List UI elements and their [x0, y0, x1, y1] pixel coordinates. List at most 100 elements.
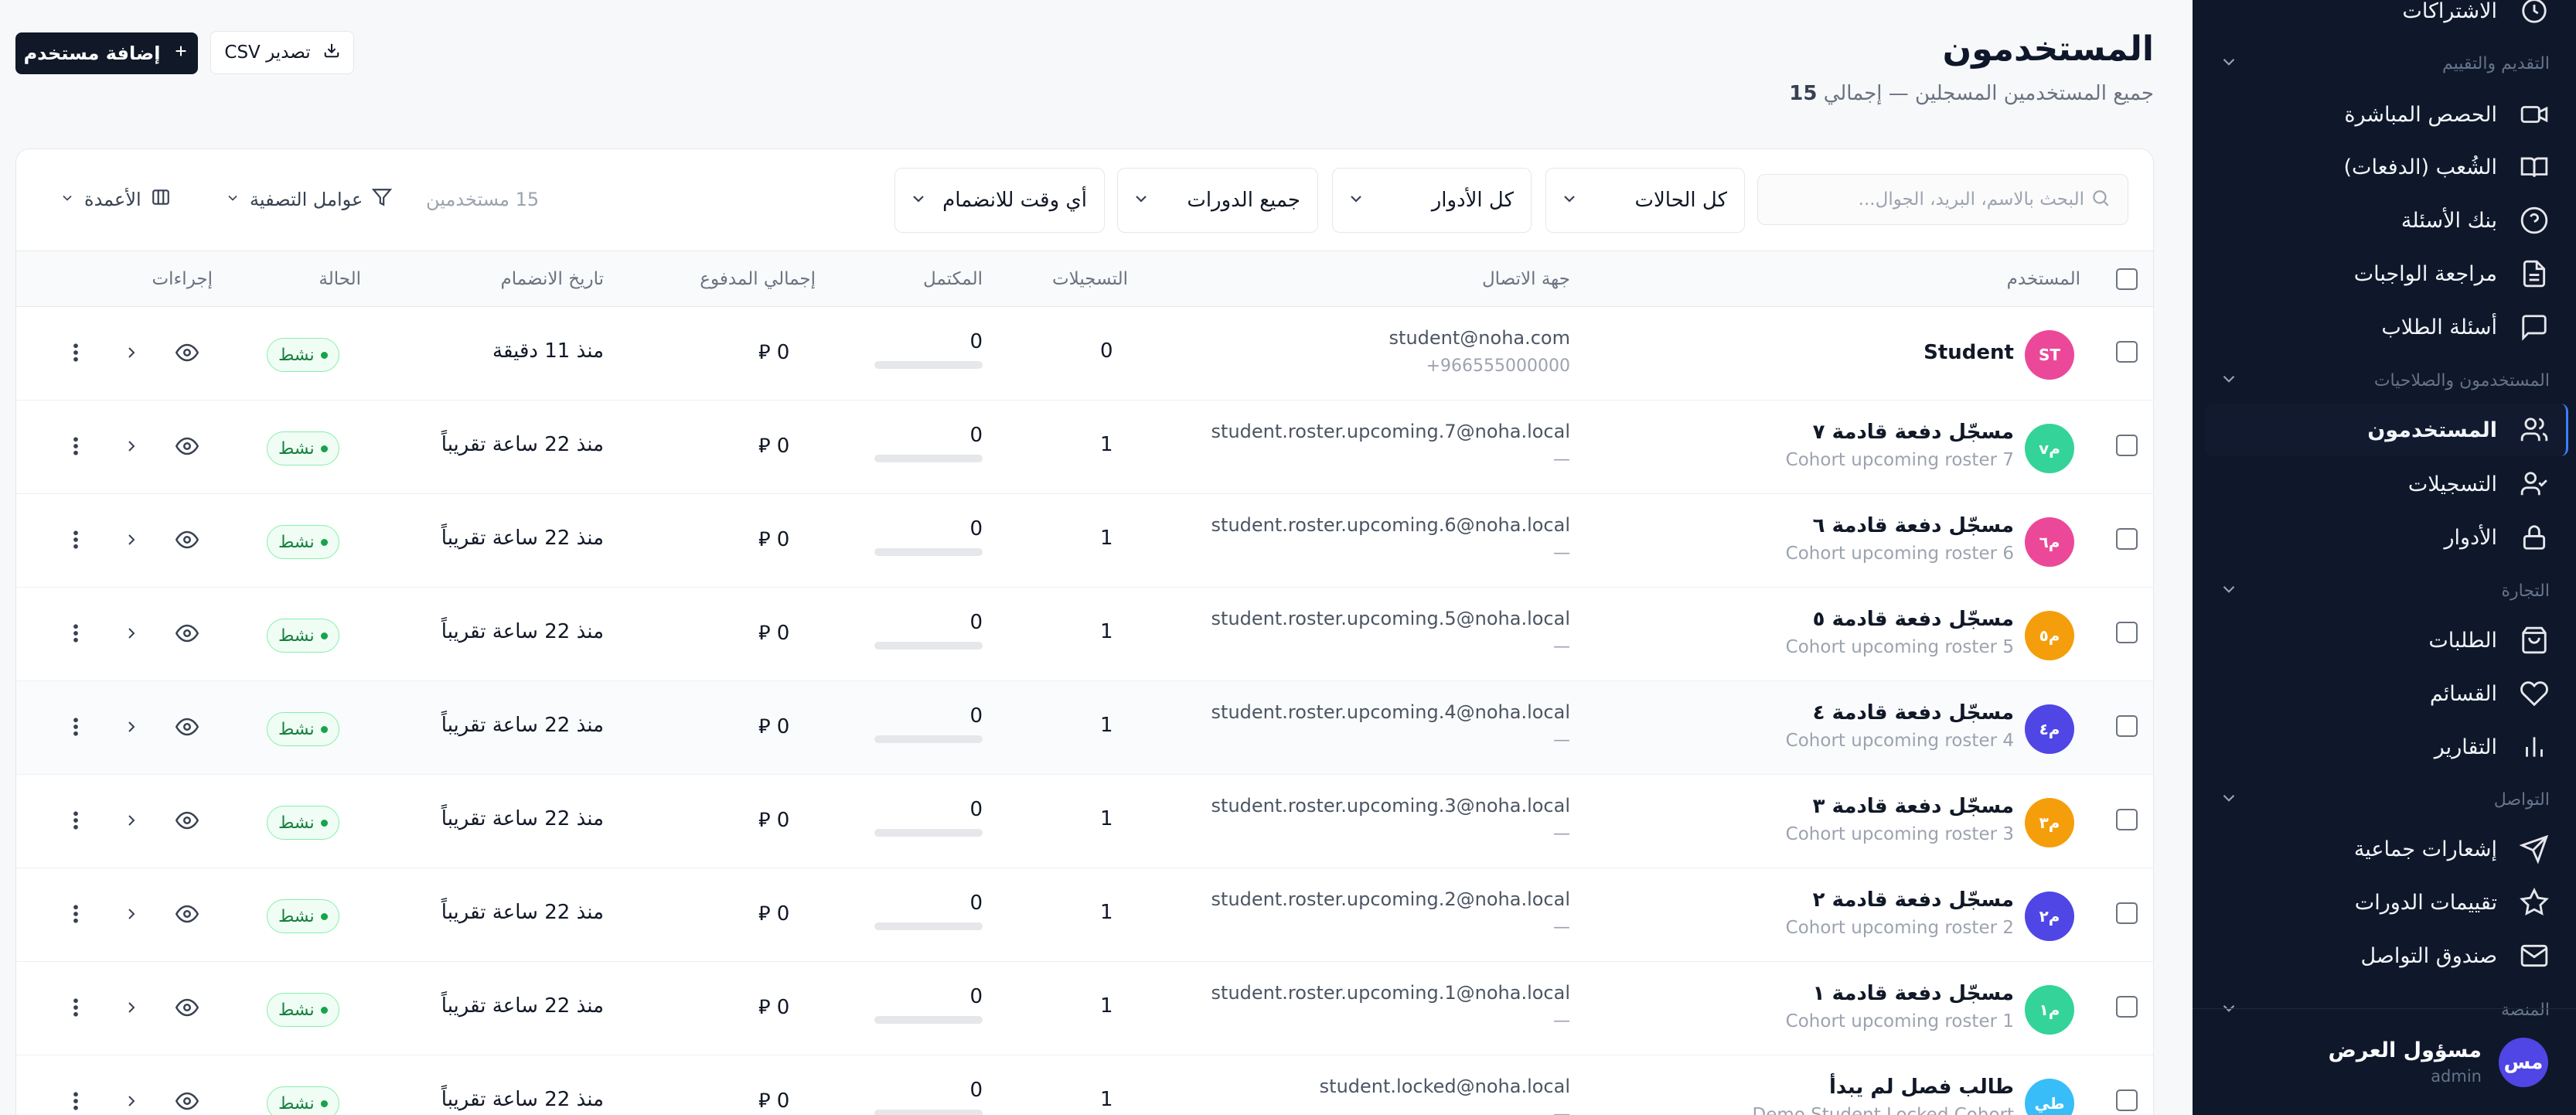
row-checkbox[interactable] — [2116, 341, 2138, 363]
more-actions-button[interactable] — [63, 1089, 89, 1115]
view-button[interactable] — [174, 1089, 200, 1115]
col-header-contact[interactable]: جهة الاتصال — [1482, 251, 1570, 307]
table-row[interactable]: م٥ مسجّل دفعة قادمة ٥ Cohort upcoming rost… — [16, 588, 2153, 681]
view-button[interactable] — [174, 622, 200, 648]
sidebar-section-communication[interactable]: التواصل — [2193, 784, 2576, 815]
view-button[interactable] — [174, 996, 200, 1022]
table-row[interactable]: م٦ مسجّل دفعة قادمة ٦ Cohort upcoming rost… — [16, 494, 2153, 588]
user-sub-name: Cohort upcoming roster 5 — [1785, 637, 2014, 657]
sidebar-section-commerce[interactable]: التجارة — [2193, 575, 2576, 606]
sidebar-item-orders[interactable]: الطلبات — [2193, 617, 2576, 663]
sidebar-user-footer[interactable]: مس مسؤول العرض admin — [2193, 1008, 2576, 1115]
sidebar-item-cohorts[interactable]: الشُعب (الدفعات) — [2193, 144, 2576, 190]
view-button[interactable] — [174, 528, 200, 554]
user-name[interactable]: مسجّل دفعة قادمة ٦ — [1813, 514, 2014, 537]
sidebar-item-reports[interactable]: التقارير — [2193, 724, 2576, 770]
view-button[interactable] — [174, 435, 200, 461]
row-checkbox[interactable] — [2116, 809, 2138, 830]
col-header-joined[interactable]: تاريخ الانضمام — [501, 251, 604, 307]
user-name[interactable]: مسجّل دفعة قادمة ٣ — [1813, 795, 2014, 818]
row-checkbox[interactable] — [2116, 1089, 2138, 1111]
row-checkbox[interactable] — [2116, 902, 2138, 924]
select-all-checkbox[interactable] — [2116, 268, 2138, 290]
sidebar-item-subscriptions[interactable]: الاشتراكات — [2193, 0, 2576, 34]
sidebar-item-student-questions[interactable]: أسئلة الطلاب — [2193, 304, 2576, 350]
open-button[interactable] — [118, 435, 145, 461]
open-button[interactable] — [118, 341, 145, 367]
open-button[interactable] — [118, 902, 145, 929]
sidebar-item-roles[interactable]: الأدوار — [2193, 514, 2576, 561]
sidebar-section-users-perms[interactable]: المستخدمون والصلاحيات — [2193, 365, 2576, 396]
table-row[interactable]: مv مسجّل دفعة قادمة ٧ Cohort upcoming rost… — [16, 401, 2153, 494]
role-select[interactable]: كل الأدوار — [1332, 168, 1532, 233]
sidebar-item-questions[interactable]: بنك الأسئلة — [2193, 197, 2576, 244]
row-checkbox[interactable] — [2116, 435, 2138, 456]
table-row[interactable]: م٤ مسجّل دفعة قادمة ٤ Cohort upcoming rost… — [16, 681, 2153, 775]
more-actions-button[interactable] — [63, 341, 89, 367]
status-select[interactable]: كل الحالات — [1545, 168, 1745, 233]
table-row[interactable]: م٢ مسجّل دفعة قادمة ٢ Cohort upcoming rost… — [16, 868, 2153, 962]
more-actions-button[interactable] — [63, 809, 89, 835]
col-header-status[interactable]: الحالة — [319, 251, 361, 307]
filters-button[interactable]: عوامل التصفية — [225, 180, 393, 219]
col-header-enrollments[interactable]: التسجيلات — [1052, 251, 1128, 307]
export-csv-button[interactable]: تصدير CSV — [210, 31, 354, 74]
table-row[interactable]: طي طالب فصل لم يبدأ Demo Student Locked Co… — [16, 1055, 2153, 1115]
sidebar-item-label: الاشتراكات — [2402, 0, 2497, 23]
user-name[interactable]: مسجّل دفعة قادمة ٢ — [1813, 888, 2014, 912]
table-row[interactable]: م٣ مسجّل دفعة قادمة ٣ Cohort upcoming rost… — [16, 775, 2153, 868]
row-checkbox[interactable] — [2116, 996, 2138, 1018]
open-button[interactable] — [118, 622, 145, 648]
sidebar-item-course-reviews[interactable]: تقييمات الدورات — [2193, 879, 2576, 926]
completed-count: 0 — [969, 330, 983, 353]
enrollments-count: 0 — [1100, 339, 1113, 363]
joined-select[interactable]: أي وقت للانضمام — [894, 168, 1105, 233]
status-dot — [320, 632, 328, 639]
more-actions-button[interactable] — [63, 528, 89, 554]
sidebar-item-wishlists[interactable]: القسائم — [2193, 670, 2576, 717]
shopping-bag-icon — [2519, 625, 2550, 656]
row-checkbox[interactable] — [2116, 622, 2138, 643]
sidebar-item-homework[interactable]: مراجعة الواجبات — [2193, 251, 2576, 297]
course-select[interactable]: جميع الدورات — [1117, 168, 1318, 233]
col-header-completed[interactable]: المكتمل — [923, 251, 983, 307]
user-name[interactable]: مسجّل دفعة قادمة ٥ — [1813, 608, 2014, 631]
sidebar-section-teaching[interactable]: التقديم والتقييم — [2193, 48, 2576, 79]
open-button[interactable] — [118, 996, 145, 1022]
table-row[interactable]: ST Student student@noha.com +966555000000 0 0… — [16, 307, 2153, 401]
view-button[interactable] — [174, 341, 200, 367]
open-button[interactable] — [118, 809, 145, 835]
search-box[interactable] — [1757, 174, 2128, 225]
open-button[interactable] — [118, 1089, 145, 1115]
row-checkbox[interactable] — [2116, 528, 2138, 550]
sidebar-item-live[interactable]: الحصص المباشرة — [2193, 91, 2576, 138]
view-button[interactable] — [174, 902, 200, 929]
columns-button[interactable]: الأعمدة — [60, 180, 171, 219]
col-header-user[interactable]: المستخدم — [2007, 251, 2080, 307]
user-name[interactable]: طالب فصل لم يبدأ — [1829, 1076, 2014, 1099]
search-input[interactable] — [1775, 189, 2084, 210]
joined-date: منذ 22 ساعة تقريباً — [441, 527, 604, 550]
more-actions-button[interactable] — [63, 622, 89, 648]
more-actions-button[interactable] — [63, 902, 89, 929]
add-user-button[interactable]: إضافة مستخدم — [15, 32, 198, 74]
user-name[interactable]: مسجّل دفعة قادمة ٧ — [1813, 421, 2014, 444]
view-button[interactable] — [174, 715, 200, 742]
sidebar-item-enrollments[interactable]: التسجيلات — [2193, 461, 2576, 507]
user-name[interactable]: مسجّل دفعة قادمة ٤ — [1813, 701, 2014, 725]
view-button[interactable] — [174, 809, 200, 835]
table-row[interactable]: م١ مسجّل دفعة قادمة ١ Cohort upcoming rost… — [16, 962, 2153, 1055]
more-actions-button[interactable] — [63, 435, 89, 461]
more-actions-button[interactable] — [63, 996, 89, 1022]
open-button[interactable] — [118, 715, 145, 742]
user-name[interactable]: Student — [1923, 341, 2014, 364]
col-header-paid[interactable]: إجمالي المدفوع — [700, 251, 816, 307]
row-checkbox[interactable] — [2116, 715, 2138, 737]
currency-symbol: ⃁ — [758, 809, 771, 832]
sidebar-item-inbox[interactable]: صندوق التواصل — [2193, 933, 2576, 979]
sidebar-item-users[interactable]: المستخدمون — [2193, 407, 2576, 453]
open-button[interactable] — [118, 528, 145, 554]
sidebar-item-broadcasts[interactable]: إشعارات جماعية — [2193, 826, 2576, 872]
more-actions-button[interactable] — [63, 715, 89, 742]
user-name[interactable]: مسجّل دفعة قادمة ١ — [1813, 982, 2014, 1005]
